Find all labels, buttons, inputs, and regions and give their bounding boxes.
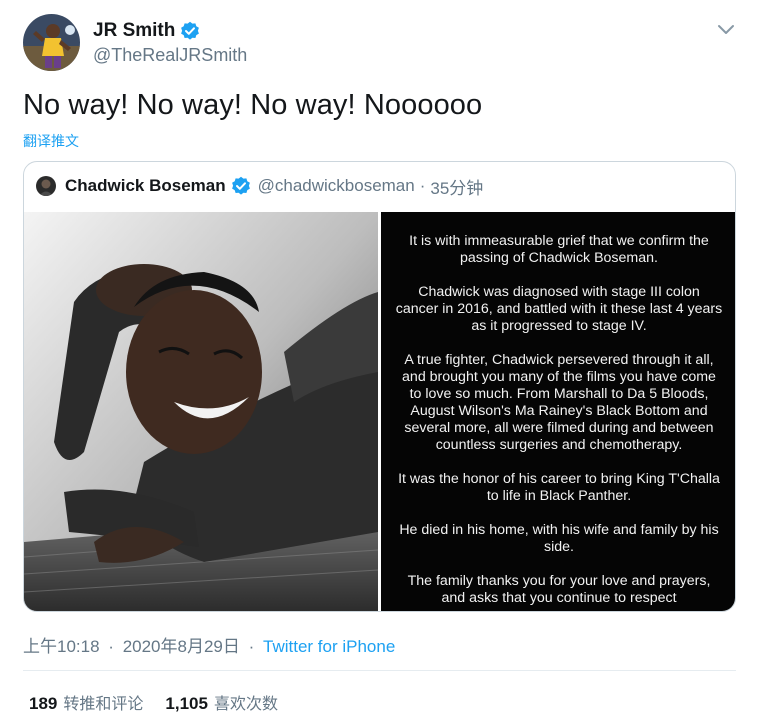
tweet-text: No way! No way! No way! Noooooo (23, 89, 483, 121)
separator-dot: · (248, 637, 255, 656)
author-avatar[interactable] (23, 14, 80, 71)
verified-badge-icon (180, 21, 200, 41)
boseman-photo[interactable] (24, 212, 378, 611)
tweet-stats: 189 转推和评论 1,105 喜欢次数 (29, 690, 300, 714)
statement-text: It is with immeasurable grief that we co… (395, 233, 723, 606)
statement-image[interactable]: It is with immeasurable grief that we co… (381, 212, 735, 611)
quoted-author-avatar (36, 176, 56, 196)
quoted-author-name: Chadwick Boseman (65, 176, 226, 195)
likes-count: 1,105 (165, 694, 208, 713)
tweet-meta: 上午10:18 · 2020年8月29日 · Twitter for iPhon… (23, 632, 395, 657)
tweet-source-link[interactable]: Twitter for iPhone (263, 637, 395, 656)
divider (23, 670, 736, 671)
quoted-author-handle: @chadwickboseman (257, 176, 415, 195)
quoted-tweet-time: 35分钟 (430, 178, 484, 198)
tweet-card: JR Smith @TheRealJRSmith No way! No way!… (0, 0, 761, 718)
retweets-count: 189 (29, 694, 58, 713)
tweet-time[interactable]: 上午10:18 (23, 637, 100, 656)
quoted-tweet-media: It is with immeasurable grief that we co… (24, 212, 735, 611)
author-info[interactable]: JR Smith @TheRealJRSmith (93, 19, 247, 66)
separator-dot: · (419, 176, 426, 195)
retweets-stat[interactable]: 189 转推和评论 (29, 690, 143, 714)
translate-tweet-link[interactable]: 翻译推文 (23, 131, 79, 151)
retweets-label: 转推和评论 (63, 696, 144, 713)
verified-badge-icon (231, 176, 251, 196)
author-display-name[interactable]: JR Smith (93, 20, 175, 42)
quoted-tweet-header: Chadwick Boseman @chadwickboseman · 35分钟 (36, 174, 483, 198)
separator-dot: · (108, 637, 114, 656)
likes-label: 喜欢次数 (213, 696, 278, 713)
likes-stat[interactable]: 1,105 喜欢次数 (165, 690, 278, 714)
author-handle[interactable]: @TheRealJRSmith (93, 45, 247, 66)
quoted-tweet[interactable]: Chadwick Boseman @chadwickboseman · 35分钟 (23, 161, 736, 612)
tweet-date[interactable]: 2020年8月29日 (123, 637, 240, 656)
chevron-down-icon[interactable] (716, 22, 736, 38)
